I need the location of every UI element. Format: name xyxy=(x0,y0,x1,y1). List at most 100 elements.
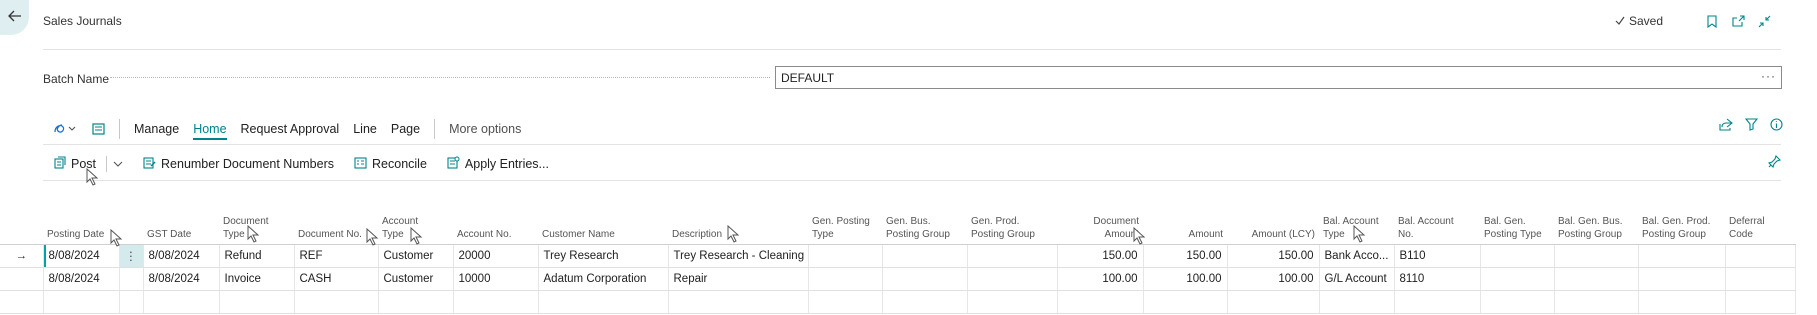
gen-prod-posting-group-cell[interactable] xyxy=(967,267,1058,291)
document-type-cell[interactable]: Refund xyxy=(219,244,295,268)
gen-prod-posting-group-cell[interactable] xyxy=(967,244,1058,268)
document-no-cell[interactable]: CASH xyxy=(294,267,379,291)
account-type-cell[interactable] xyxy=(378,290,454,314)
deferral-code-cell[interactable] xyxy=(1725,290,1796,314)
amount-cell[interactable] xyxy=(1143,290,1228,314)
gen-prod-posting-group-cell[interactable] xyxy=(967,290,1058,314)
bal-gen-posting-type-cell[interactable] xyxy=(1480,267,1555,291)
account-type-cell[interactable]: Customer xyxy=(378,244,454,268)
gst-date-cell[interactable]: 8/08/2024 xyxy=(143,267,220,291)
column-header-customer-name[interactable]: Customer Name xyxy=(538,210,668,245)
account-no-cell[interactable] xyxy=(453,290,539,314)
info-icon[interactable] xyxy=(1770,118,1783,134)
gst-date-cell[interactable] xyxy=(143,290,220,314)
amount-lcy-cell[interactable]: 150.00 xyxy=(1227,244,1320,268)
document-amount-cell[interactable] xyxy=(1057,290,1144,314)
table-row-empty[interactable] xyxy=(0,290,1796,314)
document-no-cell[interactable] xyxy=(294,290,379,314)
column-header-bal-gen-prod-posting-group[interactable]: Bal. Gen. Prod. Posting Group xyxy=(1638,210,1725,245)
column-header-posting-date[interactable]: Posting Date xyxy=(43,210,119,245)
document-no-cell[interactable]: REF xyxy=(294,244,379,268)
copilot-menu-button[interactable] xyxy=(52,122,78,136)
document-amount-cell[interactable]: 150.00 xyxy=(1057,244,1144,268)
amount-cell[interactable]: 150.00 xyxy=(1143,244,1228,268)
list-view-icon[interactable] xyxy=(92,123,105,135)
account-no-cell[interactable]: 10000 xyxy=(453,267,539,291)
bookmark-icon[interactable] xyxy=(1699,13,1725,29)
tab-line[interactable]: Line xyxy=(353,122,377,136)
table-row[interactable]: → 8/08/2024 ⋮ 8/08/2024 Refund REF Custo… xyxy=(0,244,1796,268)
row-menu-button[interactable]: ⋮ xyxy=(119,244,144,268)
table-row[interactable]: 8/08/2024 8/08/2024 Invoice CASH Custome… xyxy=(0,267,1796,291)
bal-gen-posting-type-cell[interactable] xyxy=(1480,244,1555,268)
column-header-gen-prod-posting-group[interactable]: Gen. Prod. Posting Group xyxy=(967,210,1057,245)
gen-posting-type-cell[interactable] xyxy=(808,290,883,314)
pin-icon[interactable] xyxy=(1767,154,1782,171)
deferral-code-cell[interactable] xyxy=(1725,267,1796,291)
customer-name-cell[interactable] xyxy=(538,290,669,314)
row-menu-cell[interactable] xyxy=(119,290,144,314)
filter-icon[interactable] xyxy=(1744,118,1759,134)
customer-name-cell[interactable]: Trey Research xyxy=(538,244,669,268)
bal-account-type-cell[interactable]: Bank Acco... xyxy=(1319,244,1395,268)
amount-cell[interactable]: 100.00 xyxy=(1143,267,1228,291)
column-header-amount[interactable]: Amount xyxy=(1143,210,1227,245)
batch-name-field[interactable]: DEFAULT ··· xyxy=(775,66,1782,89)
gen-bus-posting-group-cell[interactable] xyxy=(882,244,968,268)
bal-gen-bus-posting-group-cell[interactable] xyxy=(1554,290,1639,314)
gst-date-cell[interactable]: 8/08/2024 xyxy=(143,244,220,268)
account-no-cell[interactable]: 20000 xyxy=(453,244,539,268)
gen-posting-type-cell[interactable] xyxy=(808,244,883,268)
tab-page[interactable]: Page xyxy=(391,122,420,136)
tab-manage[interactable]: Manage xyxy=(134,122,179,136)
posting-date-cell[interactable]: 8/08/2024 xyxy=(42,244,120,268)
share-icon[interactable] xyxy=(1719,118,1733,134)
bal-gen-bus-posting-group-cell[interactable] xyxy=(1554,267,1639,291)
lookup-button[interactable]: ··· xyxy=(1761,69,1776,83)
document-type-cell[interactable] xyxy=(219,290,295,314)
column-header-gst-date[interactable]: GST Date xyxy=(143,210,219,245)
bal-gen-posting-type-cell[interactable] xyxy=(1480,290,1555,314)
description-cell[interactable] xyxy=(668,290,809,314)
posting-date-cell[interactable]: 8/08/2024 xyxy=(42,267,120,291)
bal-gen-prod-posting-group-cell[interactable] xyxy=(1638,267,1726,291)
column-header-account-no[interactable]: Account No. xyxy=(453,210,538,245)
row-menu-cell[interactable] xyxy=(119,267,144,291)
bal-account-no-cell[interactable] xyxy=(1394,290,1481,314)
bal-gen-bus-posting-group-cell[interactable] xyxy=(1554,244,1639,268)
post-dropdown-button[interactable] xyxy=(113,157,123,171)
column-header-deferral-code[interactable]: Deferral Code xyxy=(1725,210,1795,245)
posting-date-cell[interactable] xyxy=(42,290,120,314)
description-cell[interactable]: Repair xyxy=(668,267,809,291)
back-button[interactable] xyxy=(0,0,29,35)
gen-bus-posting-group-cell[interactable] xyxy=(882,267,968,291)
column-header-bal-gen-posting-type[interactable]: Bal. Gen. Posting Type xyxy=(1480,210,1554,245)
bal-gen-prod-posting-group-cell[interactable] xyxy=(1638,290,1726,314)
reconcile-button[interactable]: Reconcile xyxy=(354,156,427,172)
column-header-amount-lcy[interactable]: Amount (LCY) xyxy=(1227,210,1319,245)
renumber-document-numbers-button[interactable]: Renumber Document Numbers xyxy=(143,156,334,172)
column-header-bal-account-no[interactable]: Bal. Account No. xyxy=(1394,210,1480,245)
customer-name-cell[interactable]: Adatum Corporation xyxy=(538,267,669,291)
bal-gen-prod-posting-group-cell[interactable] xyxy=(1638,244,1726,268)
bal-account-no-cell[interactable]: 8110 xyxy=(1394,267,1481,291)
description-cell[interactable]: Trey Research - Cleaning xyxy=(668,244,809,268)
document-amount-cell[interactable]: 100.00 xyxy=(1057,267,1144,291)
bal-account-no-cell[interactable]: B110 xyxy=(1394,244,1481,268)
column-header-bal-gen-bus-posting-group[interactable]: Bal. Gen. Bus. Posting Group xyxy=(1554,210,1638,245)
bal-account-type-cell[interactable] xyxy=(1319,290,1395,314)
gen-posting-type-cell[interactable] xyxy=(808,267,883,291)
open-new-window-icon[interactable] xyxy=(1725,13,1751,29)
column-header-gen-posting-type[interactable]: Gen. Posting Type xyxy=(808,210,882,245)
more-options-button[interactable]: More options xyxy=(449,122,521,136)
apply-entries-button[interactable]: Apply Entries... xyxy=(447,156,549,172)
amount-lcy-cell[interactable] xyxy=(1227,290,1320,314)
column-header-document-amount[interactable]: Document Amount xyxy=(1057,210,1143,245)
tab-request-approval[interactable]: Request Approval xyxy=(241,122,340,136)
bal-account-type-cell[interactable]: G/L Account xyxy=(1319,267,1395,291)
column-header-gen-bus-posting-group[interactable]: Gen. Bus. Posting Group xyxy=(882,210,967,245)
tab-home[interactable]: Home xyxy=(193,122,227,140)
gen-bus-posting-group-cell[interactable] xyxy=(882,290,968,314)
collapse-icon[interactable] xyxy=(1751,13,1777,29)
document-type-cell[interactable]: Invoice xyxy=(219,267,295,291)
